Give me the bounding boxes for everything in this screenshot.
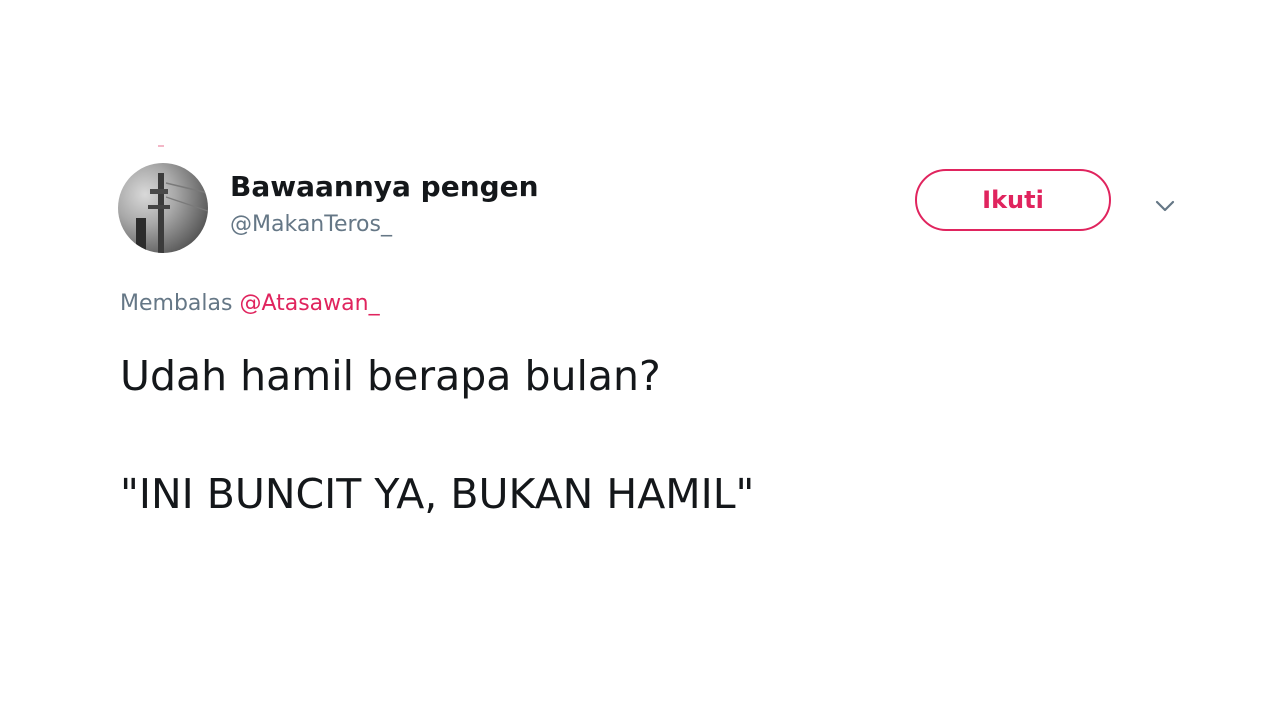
- profile-avatar[interactable]: [118, 163, 208, 253]
- decorative-mark: [158, 145, 164, 147]
- tweet-card: Bawaannya pengen @MakanTeros_ Ikuti Memb…: [0, 0, 1280, 720]
- tweet-text-line: "INI BUNCIT YA, BUKAN HAMIL": [120, 470, 755, 518]
- tweet-text-line: Udah hamil berapa bulan?: [120, 352, 661, 400]
- avatar-image: [136, 173, 208, 253]
- author-display-name[interactable]: Bawaannya pengen: [230, 170, 539, 203]
- follow-button[interactable]: Ikuti: [915, 169, 1111, 231]
- tweet-text: Udah hamil berapa bulan? "INI BUNCIT YA,…: [120, 348, 754, 522]
- author-handle[interactable]: @MakanTeros_: [230, 212, 392, 237]
- chevron-down-icon[interactable]: [1152, 196, 1178, 216]
- reply-context: Membalas @Atasawan_: [120, 291, 380, 316]
- reply-prefix: Membalas: [120, 291, 233, 316]
- reply-mention-link[interactable]: @Atasawan_: [239, 291, 379, 316]
